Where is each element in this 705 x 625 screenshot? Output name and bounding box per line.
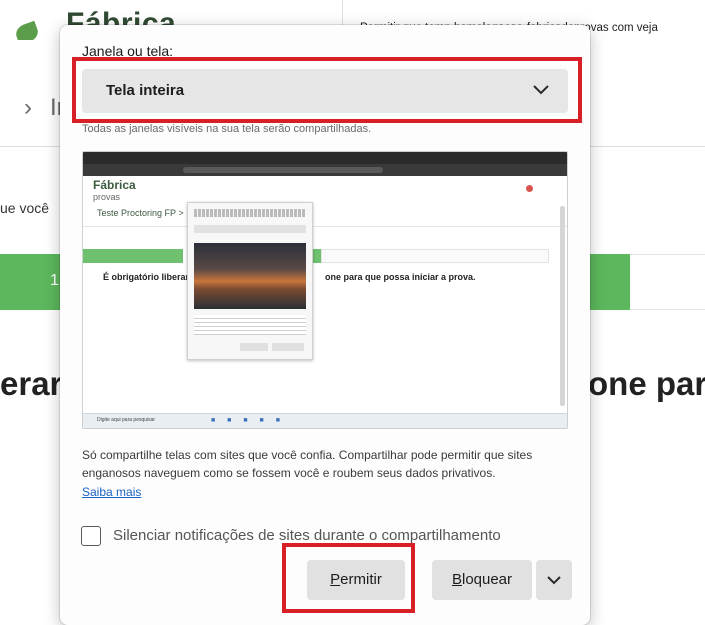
progress-track <box>630 254 705 310</box>
share-warning-text: Só compartilhe telas com sites que você … <box>82 448 533 480</box>
share-source-hint: Todas as janelas visíveis na sua tela se… <box>82 123 372 135</box>
source-label: Janela ou tela: <box>82 43 174 59</box>
progress-step-number: 1 <box>50 272 59 289</box>
preview-breadcrumb: Teste Proctoring FP > ... <box>97 208 194 218</box>
preview-brand: Fábrica provas <box>93 178 136 202</box>
preview-taskbar-icons: ■ ■ ■ ■ ■ <box>211 417 285 424</box>
preview-progress-right <box>321 249 549 263</box>
preview-browser-tabs <box>83 152 567 164</box>
preview-heading-right: one para que possa iniciar a prova. <box>325 272 476 282</box>
chevron-right-icon: › <box>24 94 32 121</box>
share-source-select[interactable]: Tela inteira <box>82 69 568 113</box>
mute-notifications-label[interactable]: Silenciar notificações de sites durante … <box>113 526 501 546</box>
preview-taskbar-search: Digite aqui para pesquisar <box>97 417 156 423</box>
preview-scrollbar <box>560 206 565 406</box>
preview-progress-mid <box>313 249 321 263</box>
preview-progress-left <box>83 249 183 263</box>
page-heading-right: one par <box>588 365 705 402</box>
preview-address-bar <box>83 164 567 176</box>
chevron-down-icon <box>533 85 549 95</box>
permit-button[interactable]: Permitir <box>307 560 405 600</box>
screen-preview: Fábrica provas Teste Proctoring FP > ...… <box>82 151 568 429</box>
block-button[interactable]: Bloquear <box>432 560 532 600</box>
page-heading-left: erar <box>0 365 63 402</box>
instruction-text: ue você <box>0 200 50 216</box>
screen-share-dialog: Janela ou tela: Tela inteira Todas as ja… <box>60 25 590 625</box>
chevron-down-icon <box>547 576 561 585</box>
block-options-button[interactable] <box>536 560 572 600</box>
preview-taskbar: Digite aqui para pesquisar ■ ■ ■ ■ ■ <box>83 413 567 428</box>
leaf-icon <box>13 20 41 40</box>
preview-divider <box>83 226 567 227</box>
preview-avatar <box>526 185 533 192</box>
preview-heading-left: É obrigatório liberar <box>103 272 190 282</box>
mute-notifications-checkbox[interactable] <box>81 526 101 546</box>
preview-page: Fábrica provas Teste Proctoring FP > ...… <box>83 176 567 416</box>
learn-more-link[interactable]: Saiba mais <box>82 485 141 499</box>
preview-nested-dialog <box>187 202 313 360</box>
share-source-value: Tela inteira <box>106 82 185 99</box>
